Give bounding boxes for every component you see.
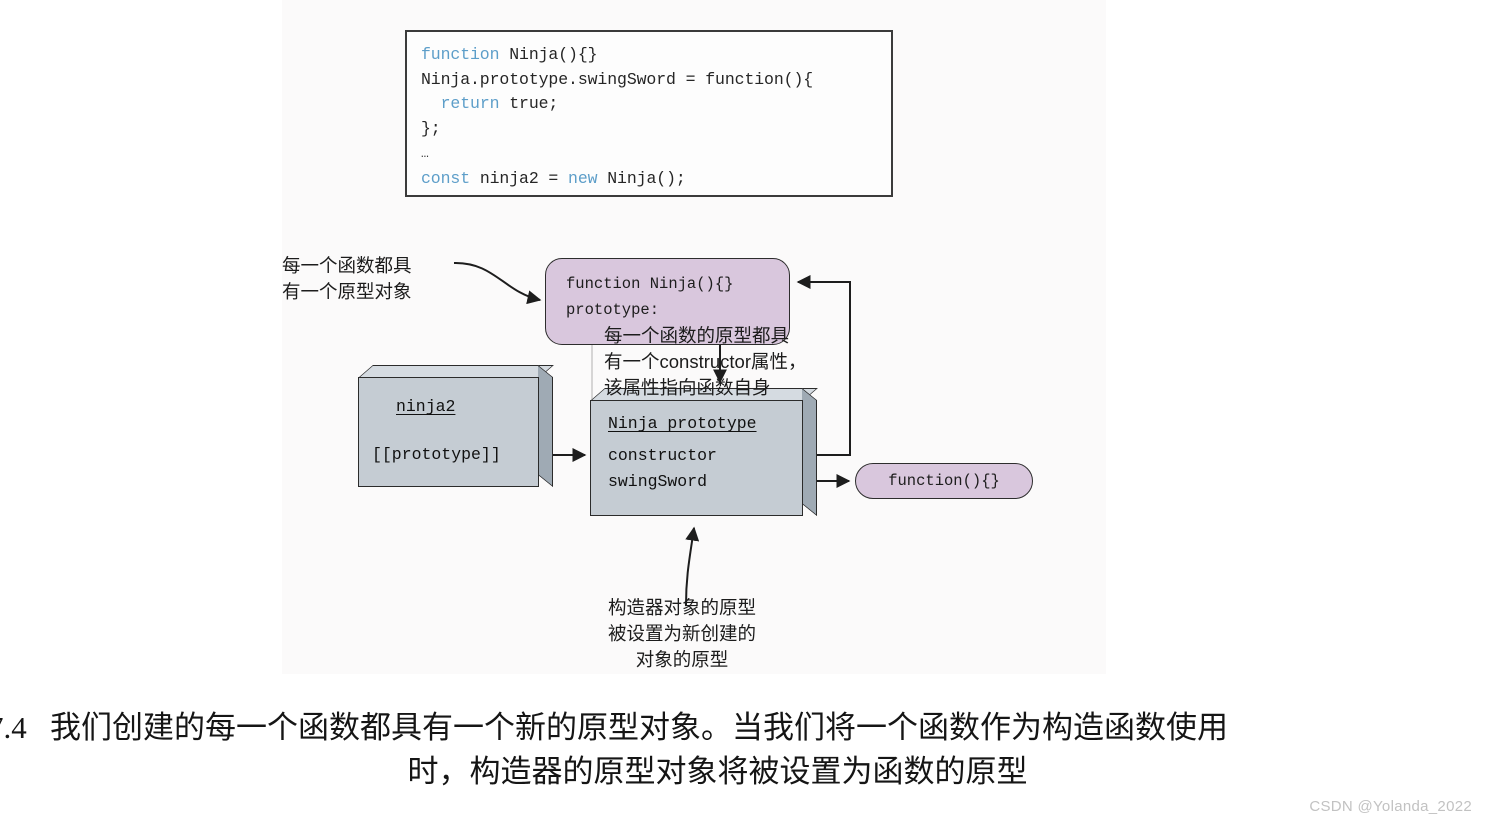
prototype-box-title: Ninja prototype	[608, 414, 757, 433]
annotation-prototype-has-constructor: 每一个函数的原型都具 有一个constructor属性， 该属性指向函数自身	[604, 325, 807, 398]
code-line: Ninja.prototype.swingSword = function(){	[421, 69, 814, 89]
ninja2-box-prototype-row: [[prototype]]	[372, 445, 501, 464]
figure-panel: function Ninja(){} Ninja.prototype.swingS…	[282, 0, 1106, 674]
code-line: …	[421, 146, 430, 161]
code-line: return true;	[440, 94, 559, 113]
code-line: function Ninja(){}	[421, 45, 598, 64]
ninja2-object-box: ninja2 [[prototype]]	[358, 365, 554, 487]
ninja2-box-title: ninja2	[396, 397, 456, 416]
ninja2-box-side-face	[538, 365, 553, 487]
code-block: function Ninja(){} Ninja.prototype.swingS…	[405, 30, 893, 197]
ninja-prototype-box: Ninja prototype constructor swingSword	[590, 388, 818, 516]
figure-caption: 7.4 我们创建的每一个函数都具有一个新的原型对象。当我们将一个函数作为构造函数…	[0, 706, 1455, 794]
ninja-function-signature: function Ninja(){}	[566, 275, 734, 293]
prototype-box-row-constructor: constructor	[608, 446, 717, 465]
function-literal-pill: function(){}	[855, 463, 1033, 499]
annotation-every-function-has-prototype: 每一个函数都具 有一个原型对象	[282, 255, 412, 302]
code-line: const ninja2 = new Ninja();	[421, 168, 686, 188]
annotation-constructor-prototype-assigned: 构造器对象的原型 被设置为新创建的 对象的原型	[607, 597, 756, 670]
function-literal-pill-label: function(){}	[888, 472, 1000, 490]
code-line: };	[421, 118, 441, 138]
ninja-function-prototype-label: prototype:	[566, 301, 660, 319]
prototype-box-row-swingsword: swingSword	[608, 472, 708, 491]
figure-caption-line-1: 7.4 我们创建的每一个函数都具有一个新的原型对象。当我们将一个函数作为构造函数…	[0, 710, 1228, 745]
code-block-text: function Ninja(){} Ninja.prototype.swingS…	[421, 43, 813, 191]
figure-caption-line-2: 时，构造器的原型对象将被设置为函数的原型	[407, 754, 1028, 789]
prototype-box-side-face	[802, 388, 817, 516]
watermark: CSDN @Yolanda_2022	[1309, 798, 1472, 815]
ninja2-box-front-face	[358, 377, 539, 487]
